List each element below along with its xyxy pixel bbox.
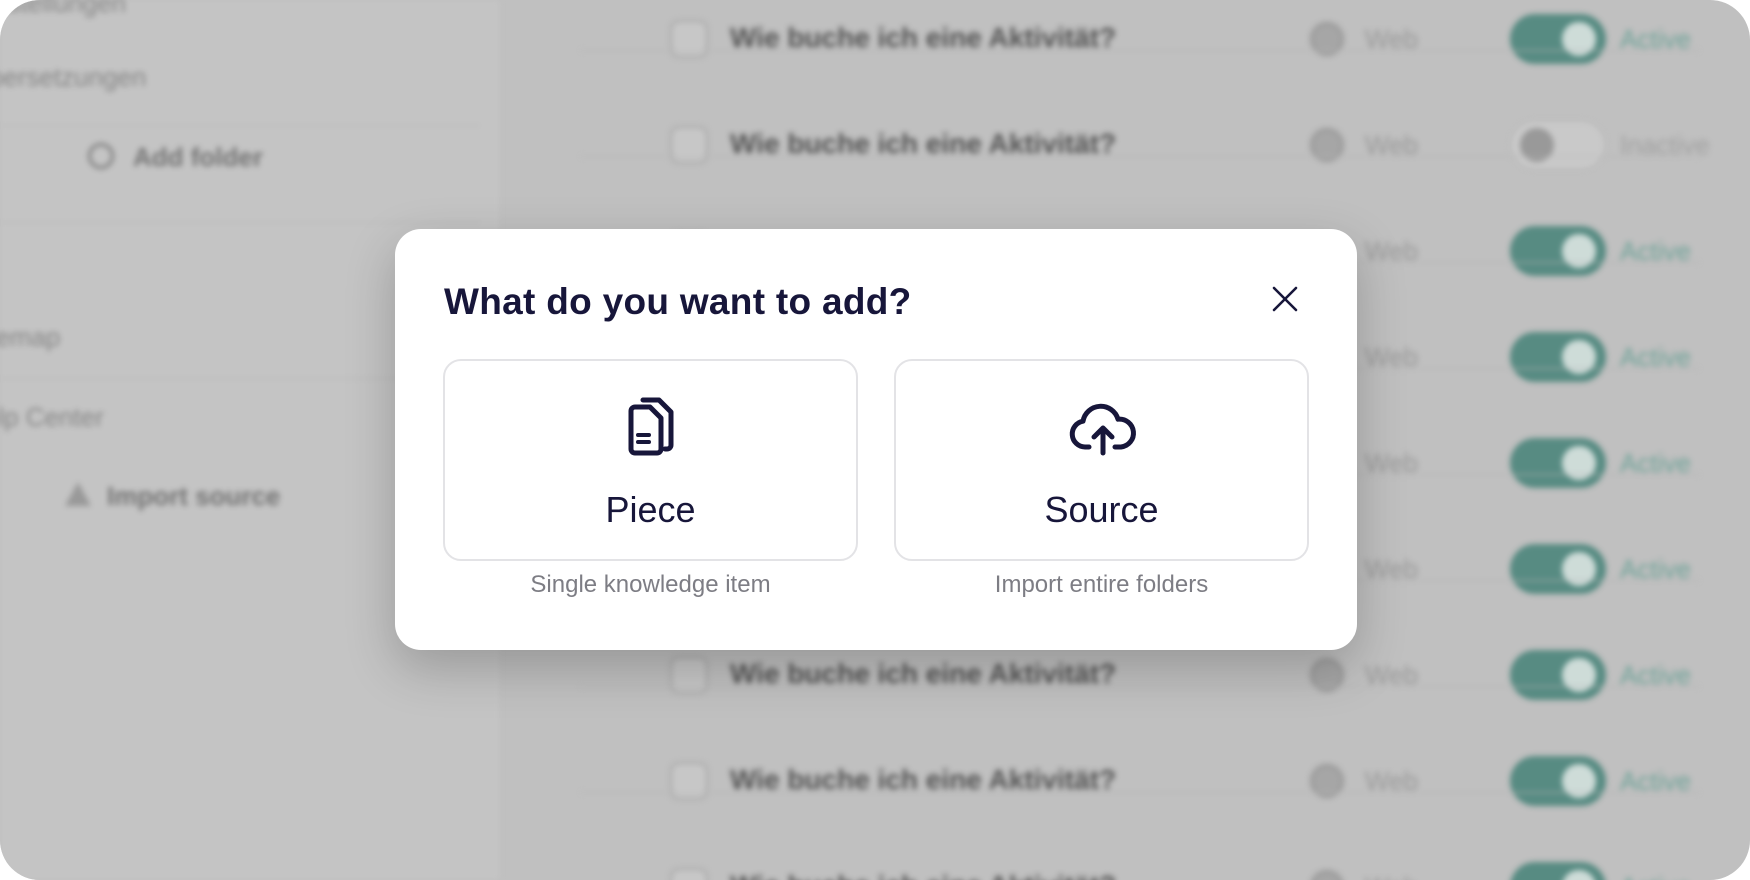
close-button[interactable] xyxy=(1265,279,1305,319)
piece-option-button[interactable]: Piece xyxy=(443,359,858,561)
dialog-title: What do you want to add? xyxy=(444,281,912,322)
piece-option-label: Piece xyxy=(605,489,696,530)
app-frame: Einstellungen Übersetzungen Add folder S… xyxy=(0,0,1750,880)
piece-option-description: Single knowledge item xyxy=(530,571,771,598)
close-icon xyxy=(1272,286,1298,312)
add-dialog: What do you want to add? Piece Source Si… xyxy=(395,229,1357,650)
cloud-upload-icon xyxy=(1067,391,1137,461)
source-option-description: Import entire folders xyxy=(994,571,1209,598)
source-option-button[interactable]: Source xyxy=(894,359,1309,561)
source-option-label: Source xyxy=(1044,489,1159,530)
documents-icon xyxy=(616,391,686,461)
